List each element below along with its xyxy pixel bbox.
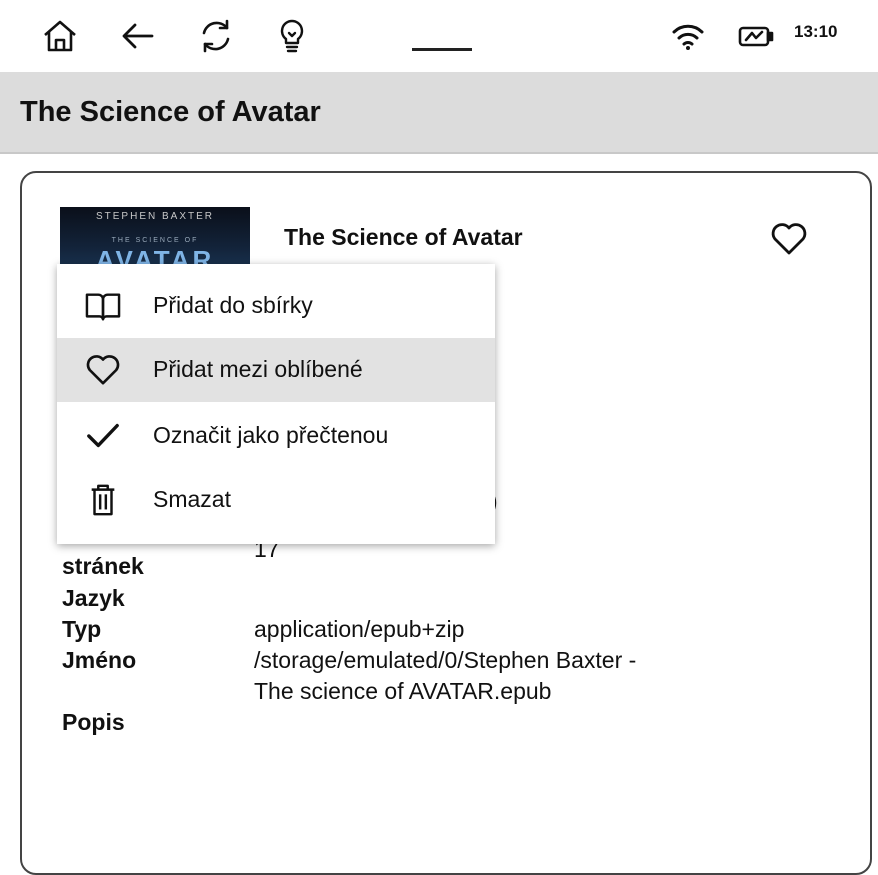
frontlight-indicator: [412, 48, 472, 51]
menu-item-mark-as-read[interactable]: Označit jako přečtenou: [57, 404, 495, 468]
menu-item-label: Označit jako přečtenou: [153, 422, 389, 448]
menu-item-add-to-collection[interactable]: Přidat do sbírky: [57, 274, 495, 338]
checkmark-icon: [83, 418, 123, 454]
language-label: Jazyk: [62, 585, 125, 611]
page-title: The Science of Avatar: [20, 96, 321, 128]
book-open-icon: [83, 288, 123, 324]
menu-item-label: Přidat do sbírky: [153, 292, 313, 318]
refresh-icon[interactable]: [194, 14, 238, 58]
name-label: Jméno: [62, 647, 137, 673]
type-value: application/epub+zip: [254, 616, 465, 642]
heart-icon: [771, 223, 807, 255]
status-bar: 13:10: [0, 0, 878, 72]
app-header: The Science of Avatar: [0, 72, 878, 154]
cover-subtitle: THE SCIENCE OF: [111, 237, 199, 244]
name-value-line2: The science of AVATAR.epub: [254, 678, 552, 704]
wifi-icon: [666, 14, 710, 58]
menu-item-label: Přidat mezi oblíbené: [153, 356, 363, 382]
name-value-line1: /storage/emulated/0/Stephen Baxter -: [254, 647, 637, 673]
menu-item-delete[interactable]: Smazat: [57, 468, 495, 532]
back-arrow-icon[interactable]: [116, 14, 160, 58]
pages-label: stránek: [62, 553, 144, 579]
battery-charging-icon: [734, 14, 778, 58]
menu-item-label: Smazat: [153, 486, 231, 512]
lightbulb-icon[interactable]: [270, 14, 314, 58]
trash-icon: [83, 482, 123, 518]
menu-item-add-to-favorites[interactable]: Přidat mezi oblíbené: [57, 338, 495, 402]
description-label: Popis: [62, 709, 125, 735]
home-icon[interactable]: [38, 14, 82, 58]
type-label: Typ: [62, 616, 102, 642]
book-title: The Science of Avatar: [284, 224, 523, 250]
clock: 13:10: [794, 22, 838, 41]
cover-author: STEPHEN BAXTER: [95, 211, 215, 222]
context-menu: Přidat do sbírky Přidat mezi oblíbené Oz…: [57, 264, 495, 544]
favorite-button[interactable]: [766, 216, 812, 262]
heart-icon: [83, 352, 123, 388]
